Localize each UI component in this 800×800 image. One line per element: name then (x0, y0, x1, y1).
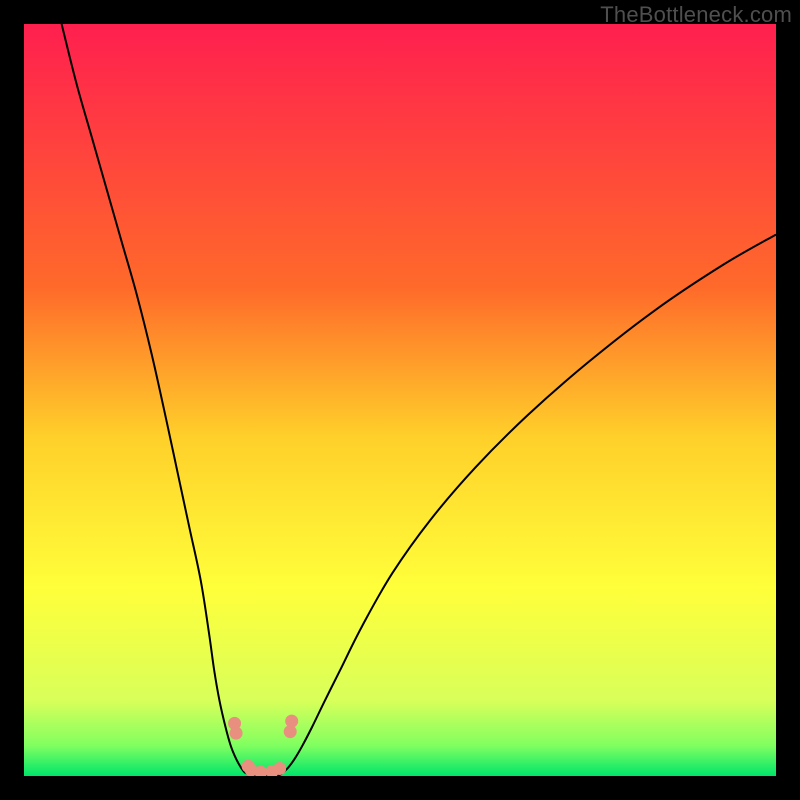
plot-area (24, 24, 776, 776)
watermark-text: TheBottleneck.com (600, 2, 792, 28)
gradient-background (24, 24, 776, 776)
valley-marker (230, 727, 243, 740)
chart-frame (24, 24, 776, 776)
bottleneck-chart (24, 24, 776, 776)
valley-marker (273, 762, 286, 775)
valley-marker (285, 715, 298, 728)
